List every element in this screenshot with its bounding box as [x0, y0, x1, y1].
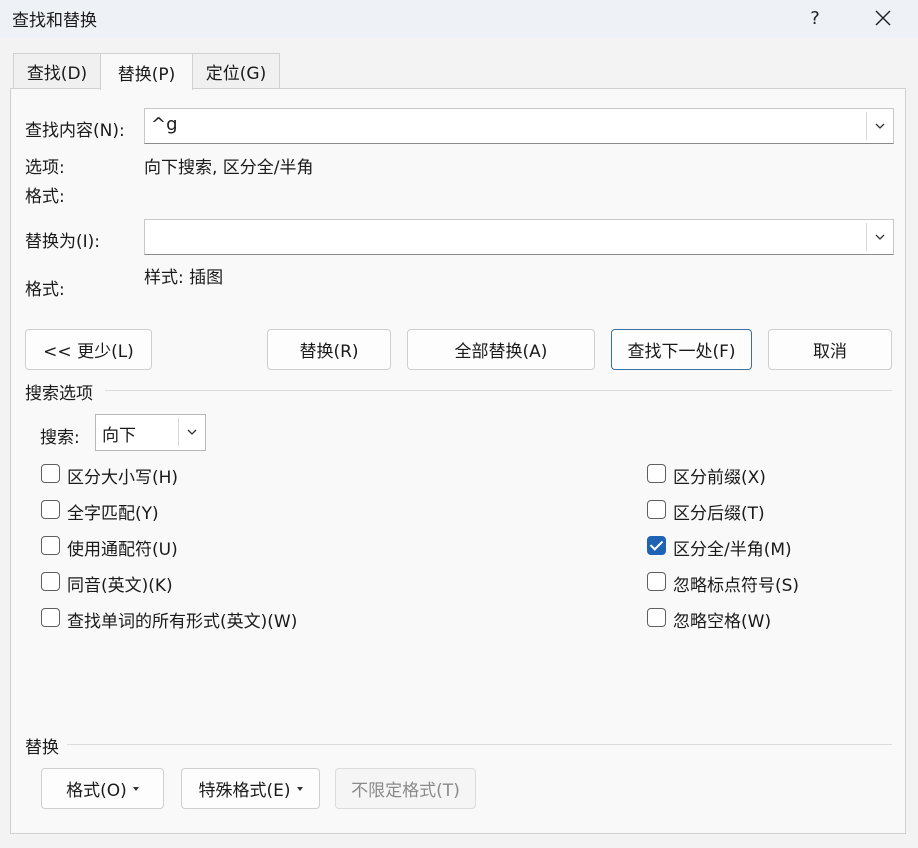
replace-button[interactable]: 替换(R): [267, 329, 391, 370]
options-label: 选项:: [25, 158, 65, 178]
find-label: 查找内容(N):: [25, 121, 125, 141]
help-icon: ?: [810, 7, 820, 29]
match-prefix-label: 区分前缀(X): [673, 468, 766, 488]
find-dropdown-button[interactable]: [866, 112, 892, 140]
options-value: 向下搜索, 区分全/半角: [144, 158, 314, 178]
section-divider: [105, 390, 892, 391]
find-input[interactable]: ^g: [144, 108, 894, 144]
ignore-punctuation-label: 忽略标点符号(S): [673, 576, 800, 596]
cancel-button[interactable]: 取消: [768, 329, 892, 370]
search-options-title: 搜索选项: [25, 384, 93, 404]
window-title: 查找和替换: [12, 11, 97, 31]
search-direction-dropdown[interactable]: [178, 418, 204, 446]
match-width-label: 区分全/半角(M): [673, 540, 792, 560]
caret-down-icon: [132, 786, 139, 791]
replace-all-button[interactable]: 全部替换(A): [407, 329, 595, 370]
wildcards-checkbox[interactable]: [41, 536, 60, 555]
replace-dropdown-button[interactable]: [866, 223, 892, 251]
close-icon: [875, 10, 891, 26]
all-word-forms-checkbox[interactable]: [41, 608, 60, 627]
whole-word-checkbox[interactable]: [41, 500, 60, 519]
tab-label: 定位(G): [205, 64, 267, 84]
tab-replace[interactable]: 替换(P): [100, 53, 193, 90]
chevron-down-icon: [875, 123, 884, 129]
chevron-down-icon: [875, 234, 884, 240]
find-next-button[interactable]: 查找下一处(F): [611, 329, 752, 370]
special-button-label: 特殊格式(E): [198, 781, 291, 801]
chevron-down-icon: [187, 429, 196, 435]
find-format-label: 格式:: [25, 187, 65, 207]
match-case-checkbox[interactable]: [41, 464, 60, 483]
replace-format-value: 样式: 插图: [144, 268, 224, 288]
replace-section-title: 替换: [25, 738, 59, 758]
search-direction-label: 搜索:: [40, 428, 80, 448]
find-value: ^g: [151, 114, 178, 135]
replace-format-label: 格式:: [25, 280, 65, 300]
replace-label: 替换为(I):: [25, 232, 101, 252]
format-button[interactable]: 格式(O): [41, 768, 164, 809]
wildcards-label: 使用通配符(U): [67, 540, 178, 560]
close-button[interactable]: [860, 0, 906, 36]
no-formatting-button[interactable]: 不限定格式(T): [335, 768, 476, 809]
match-prefix-checkbox[interactable]: [647, 464, 666, 483]
match-width-checkbox[interactable]: [647, 536, 666, 555]
ignore-whitespace-label: 忽略空格(W): [673, 612, 772, 632]
sounds-like-checkbox[interactable]: [41, 572, 60, 591]
tab-goto[interactable]: 定位(G): [192, 53, 280, 89]
format-button-label: 格式(O): [66, 781, 127, 801]
title-bar: 查找和替换 ?: [0, 0, 918, 38]
special-button[interactable]: 特殊格式(E): [181, 768, 320, 809]
search-direction-select[interactable]: 向下: [95, 414, 206, 451]
match-suffix-checkbox[interactable]: [647, 500, 666, 519]
help-button[interactable]: ?: [792, 0, 838, 36]
replace-panel: 查找内容(N): ^g 选项: 向下搜索, 区分全/半角 格式: 替换为(I):…: [10, 88, 906, 834]
whole-word-label: 全字匹配(Y): [67, 504, 159, 524]
tab-find[interactable]: 查找(D): [13, 53, 101, 89]
section-divider: [67, 744, 892, 745]
all-word-forms-label: 查找单词的所有形式(英文)(W): [67, 612, 298, 632]
sounds-like-label: 同音(英文)(K): [67, 576, 173, 596]
tab-label: 查找(D): [26, 64, 88, 84]
ignore-whitespace-checkbox[interactable]: [647, 608, 666, 627]
tab-label: 替换(P): [117, 64, 176, 85]
replace-input[interactable]: [144, 219, 894, 255]
match-suffix-label: 区分后缀(T): [673, 504, 765, 524]
less-button[interactable]: << 更少(L): [25, 329, 152, 370]
match-case-label: 区分大小写(H): [67, 468, 179, 488]
search-direction-value: 向下: [102, 426, 136, 446]
ignore-punctuation-checkbox[interactable]: [647, 572, 666, 591]
caret-down-icon: [296, 786, 303, 791]
